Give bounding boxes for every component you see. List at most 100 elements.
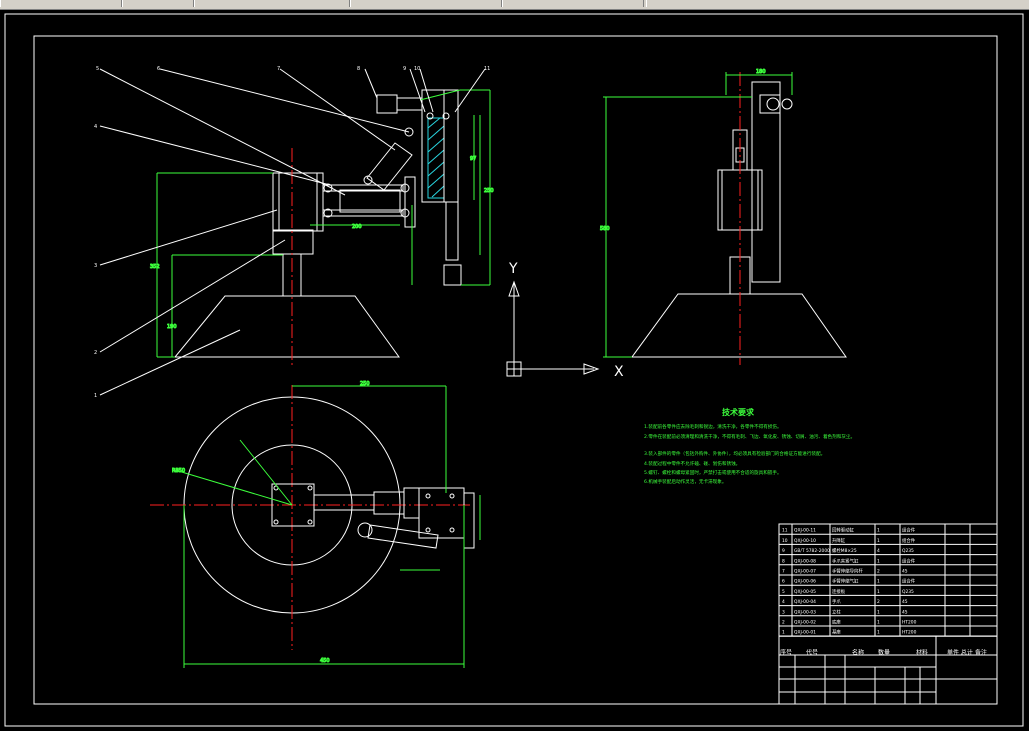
- balloon-7: 7: [277, 66, 280, 72]
- balloon-5: 5: [96, 66, 99, 72]
- tech-req-title: 技术要求: [722, 407, 755, 417]
- top-view: 450 250 R350: [150, 381, 481, 668]
- bom-cell-no: 5: [782, 589, 785, 595]
- bom-cell-name: 升降缸: [832, 537, 846, 544]
- bom-cell-material: 45: [902, 609, 908, 615]
- balloon-9: 9: [403, 66, 406, 72]
- bom-cell-material: 组合件: [902, 557, 916, 564]
- toolbar-segment[interactable]: [122, 0, 194, 7]
- bom-cell-name: 基座: [832, 629, 841, 636]
- svg-text:R350: R350: [172, 468, 185, 474]
- bom-cell-code: QXJ-00-04: [794, 599, 816, 605]
- bom-cell-code: QXJ-00-02: [794, 620, 816, 626]
- x-axis-label: X: [614, 364, 624, 380]
- gripper-cylinder: [376, 94, 398, 114]
- bom-cell-qty: 1: [877, 558, 880, 564]
- tech-req-item-6: 6.机械手装配后动作灵活，无卡滞现象。: [644, 478, 726, 485]
- bom-cell-no: 8: [782, 558, 785, 564]
- bom-cell-code: QXJ-00-07: [794, 569, 816, 575]
- tech-req-item-1: 1.装配前各零件应去除毛刺和锐边，清洗干净，各零件不得有损伤。: [644, 423, 782, 430]
- bom-cell-name: 手爪: [832, 598, 841, 605]
- balloon-6: 6: [157, 66, 160, 72]
- bom-cell-material: Q235: [902, 589, 914, 595]
- bom-cell-no: 7: [782, 569, 785, 575]
- toolbar-segment[interactable]: [646, 0, 1029, 7]
- bom-cell-code: QXJ-00-08: [794, 558, 816, 564]
- svg-text:200: 200: [352, 224, 362, 230]
- bom-cell-no: 3: [782, 609, 785, 615]
- bom-cell-qty: 1: [877, 528, 880, 534]
- toolbar-segment[interactable]: [0, 0, 122, 7]
- bom-cell-qty: 2: [877, 569, 880, 575]
- bom-cell-no: 2: [782, 620, 785, 626]
- tech-req-item-3: 3.装入部件的零件（包括外购件、外协件），均必须具有检验部门的合格证方能进行装配…: [644, 450, 825, 457]
- bom-cell-qty: 1: [877, 538, 880, 544]
- tech-req-item-5: 5.螺钉、螺栓和螺母紧固时，严禁打击或使用不合适的旋具和扳手。: [644, 469, 782, 476]
- tech-req-item-2: 2.零件在装配前必须清理和清洗干净，不得有毛刺、飞边、氧化皮、锈蚀、切屑、油污、…: [644, 433, 855, 440]
- bom-cell-no: 1: [782, 630, 785, 636]
- bom-cell-qty: 1: [877, 609, 880, 615]
- svg-text:450: 450: [320, 658, 330, 664]
- bom-cell-name: 底座: [832, 619, 841, 626]
- bom-cell-material: 组合件: [902, 537, 916, 544]
- bom-cell-no: 11: [782, 528, 788, 534]
- bom-cell-code: QXJ-00-10: [794, 538, 816, 544]
- bom-cell-name: 手臂伸缩气缸: [832, 578, 859, 585]
- balloon-8: 8: [357, 66, 360, 72]
- base-trapezoid: [173, 295, 400, 358]
- bom-cell-name: 连接板: [832, 588, 846, 595]
- bom-cell-material: 45: [902, 599, 908, 605]
- balloon-4: 4: [94, 124, 97, 130]
- balloon-2: 2: [94, 350, 97, 356]
- bom-cell-code: QXJ-00-03: [794, 609, 816, 615]
- toolbar-segment[interactable]: [194, 0, 350, 7]
- column-top: [272, 229, 314, 255]
- tech-req-item-4: 4.装配过程中零件不允许磕、碰、划伤和锈蚀。: [644, 460, 740, 467]
- svg-text:97: 97: [470, 156, 476, 162]
- bom-cell-name: 手爪夹紧气缸: [832, 557, 859, 564]
- cad-drawing-canvas[interactable]: 352 190 200 250 97 5 6 7 8 9 10 11 4 3 2…: [0, 10, 1029, 731]
- bom-cell-name: 手臂伸缩导向杆: [832, 568, 863, 575]
- bom-cell-no: 4: [782, 599, 785, 605]
- bom-cell-name: 立柱: [832, 608, 841, 615]
- bom-cell-name: 回转驱动缸: [832, 527, 855, 534]
- bom-cell-qty: 1: [877, 579, 880, 585]
- bom-cell-qty: 1: [877, 630, 880, 636]
- bom-cell-code: QXJ-00-06: [794, 579, 816, 585]
- svg-text:180: 180: [756, 69, 766, 75]
- svg-text:190: 190: [167, 324, 177, 330]
- bom-cell-qty: 1: [877, 589, 880, 595]
- inner-drawing-border: [33, 35, 998, 705]
- y-axis-label: Y: [508, 261, 518, 277]
- svg-text:250: 250: [484, 188, 494, 194]
- bom-cell-code: QXJ-00-11: [794, 528, 816, 534]
- toolbar-segment[interactable]: [350, 0, 502, 7]
- balloon-3: 3: [94, 263, 97, 269]
- bom-cell-material: 45: [902, 569, 908, 575]
- dim-text: 352: [150, 264, 160, 270]
- bom-cell-qty: 4: [877, 548, 880, 554]
- balloon-1: 1: [94, 393, 97, 399]
- bom-cell-no: 6: [782, 579, 785, 585]
- application-toolbar: [0, 0, 1029, 10]
- bom-cell-code: QXJ-00-01: [794, 630, 816, 636]
- bom-cell-material: Q235: [902, 548, 914, 554]
- bom-cell-qty: 1: [877, 620, 880, 626]
- bom-cell-code: GB/T 5782-2000: [794, 548, 830, 554]
- toolbar-segment[interactable]: [502, 0, 644, 7]
- balloon-10: 10: [414, 66, 420, 72]
- svg-text:580: 580: [600, 226, 610, 232]
- bom-cell-qty: 2: [877, 599, 880, 605]
- bom-cell-no: 9: [782, 548, 785, 554]
- bom-cell-name: 螺栓M8×25: [832, 547, 857, 554]
- side-view: 580 180: [600, 69, 847, 365]
- bom-cell-code: QXJ-00-05: [794, 589, 816, 595]
- bom-cell-material: 组合件: [902, 578, 916, 585]
- bom-cell-material: 组合件: [902, 527, 916, 534]
- bom-cell-no: 10: [782, 538, 788, 544]
- bom-cell-material: HT200: [902, 620, 917, 626]
- lift-cylinder: [421, 89, 445, 203]
- technical-requirements: 技术要求 1.装配前各零件应去除毛刺和锐边，清洗干净，各零件不得有损伤。 2.零…: [644, 407, 855, 485]
- title-block: 11 QXJ-00-11 回转驱动缸 1 组合件10 QXJ-00-10 升降缸 1 组合件9 G…: [778, 523, 998, 705]
- front-view: 352 190 200 250 97: [99, 68, 494, 396]
